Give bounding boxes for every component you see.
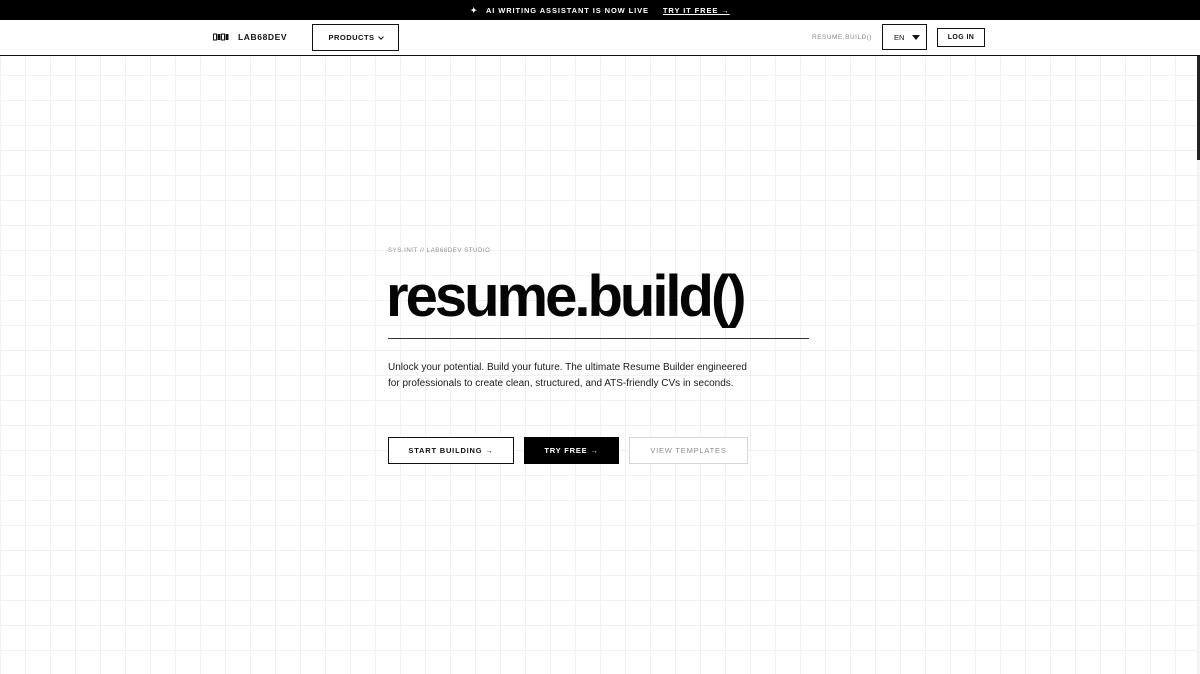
announcement-bar: ✦ AI WRITING ASSISTANT IS NOW LIVE TRY I…: [0, 0, 1200, 20]
brand[interactable]: LAB68DEV: [213, 32, 287, 42]
hero-title: resume.build(): [386, 264, 747, 329]
lab68dev-logo-icon: [213, 33, 229, 41]
announcement-try-link[interactable]: TRY IT FREE →: [663, 6, 730, 15]
top-navbar: LAB68DEV PRODUCTS RESUME.BUILD() EN LOG …: [0, 20, 1200, 56]
language-value: EN: [894, 32, 905, 42]
products-menu-button[interactable]: PRODUCTS: [312, 24, 399, 51]
try-free-button[interactable]: TRY FREE →: [524, 437, 619, 464]
announcement-text: AI WRITING ASSISTANT IS NOW LIVE: [485, 5, 649, 15]
language-select[interactable]: EN: [882, 24, 927, 50]
login-button[interactable]: LOG IN: [937, 28, 985, 47]
hero-divider: [388, 338, 809, 339]
hero-description: Unlock your potential. Build your future…: [388, 362, 747, 390]
brand-name: LAB68DEV: [238, 32, 288, 42]
start-building-button[interactable]: START BUILDING →: [388, 437, 514, 464]
sparkle-icon: ✦: [470, 5, 478, 15]
caret-down-icon: [912, 34, 920, 40]
chevron-down-icon: [377, 33, 384, 40]
products-label: PRODUCTS: [328, 33, 375, 42]
hero-eyebrow: SYS.INIT // LAB68DEV STUDIO: [388, 248, 491, 254]
nav-route-label[interactable]: RESUME.BUILD(): [812, 34, 872, 41]
view-templates-button[interactable]: VIEW TEMPLATES: [629, 437, 748, 464]
